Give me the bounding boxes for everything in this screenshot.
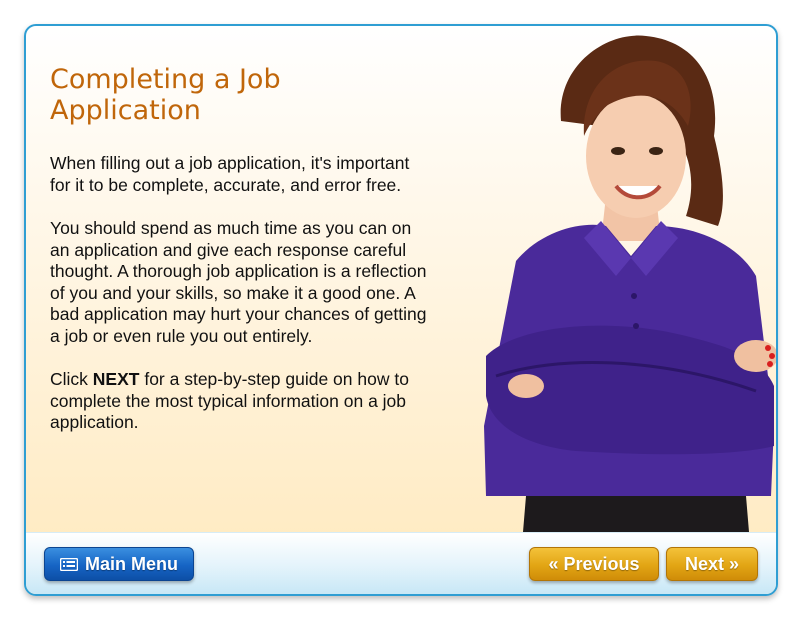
previous-label: Previous <box>563 553 640 574</box>
next-label: Next <box>684 553 724 574</box>
page-title: Completing a Job Application <box>50 64 281 126</box>
previous-button[interactable]: « Previous <box>529 547 659 581</box>
paragraph-intro: When filling out a job application, it's… <box>50 153 410 195</box>
lesson-card: Completing a Job Application When fillin… <box>24 24 778 596</box>
lesson-body: When filling out a job application, it's… <box>50 153 430 456</box>
navigation-bar: Main Menu « Previous Next » <box>26 532 776 594</box>
next-chevron-icon: » <box>729 553 740 574</box>
instruction-prefix: Click <box>50 369 93 389</box>
instruction-next-keyword: NEXT <box>92 369 140 389</box>
paragraph-advice: You should spend as much time as you can… <box>50 218 427 346</box>
previous-chevron-icon: « <box>548 553 559 574</box>
menu-icon <box>60 557 78 571</box>
main-menu-label: Main Menu <box>85 553 178 574</box>
main-menu-button[interactable]: Main Menu <box>44 547 194 581</box>
woman-illustration <box>484 35 776 556</box>
paragraph-next-instruction: Click NEXT for a step-by-step guide on h… <box>50 369 430 434</box>
next-button[interactable]: Next » <box>666 547 758 581</box>
